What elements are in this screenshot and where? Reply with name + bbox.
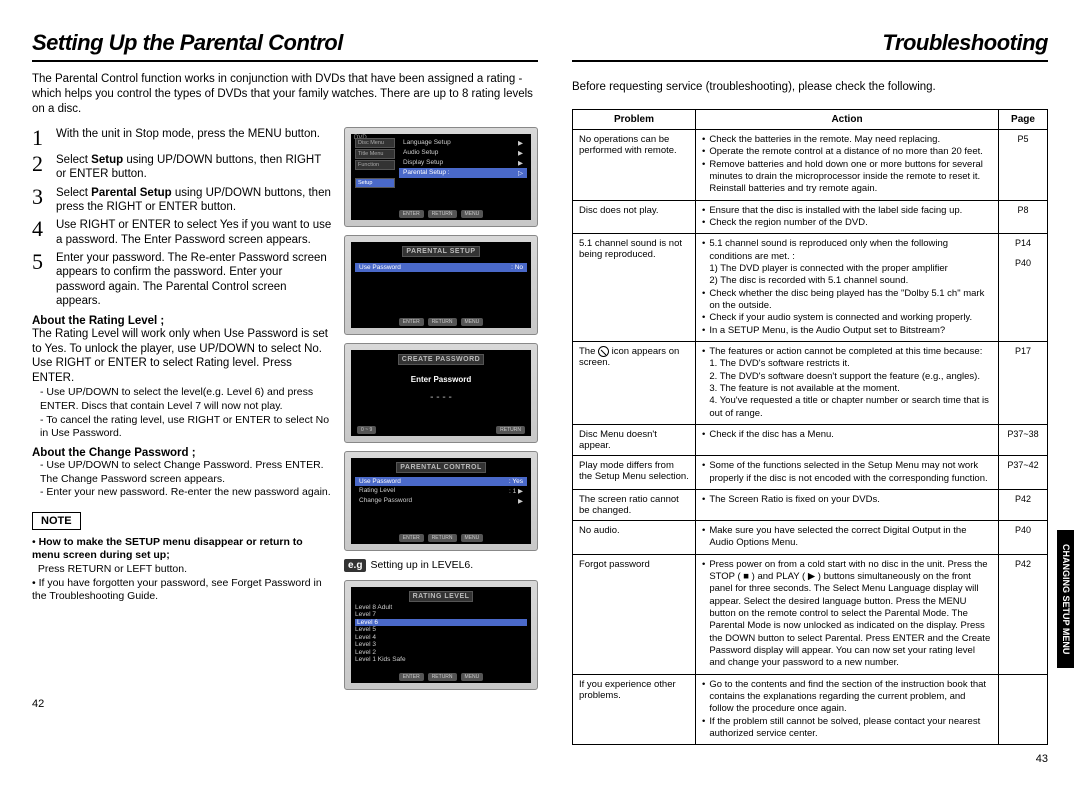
table-problem: Play mode differs from the Setup Menu se… xyxy=(573,456,696,490)
table-page: P42 xyxy=(999,554,1048,674)
screenshot-rating-level: RATING LEVEL Level 8 Adult Level 7 Level… xyxy=(344,580,538,690)
table-problem: No audio. xyxy=(573,520,696,554)
table-action: The Screen Ratio is fixed on your DVDs. xyxy=(696,489,999,520)
page-left: Setting Up the Parental Control The Pare… xyxy=(32,30,538,765)
table-action: Ensure that the disc is installed with t… xyxy=(696,200,999,234)
step-3: Select Parental Setup using UP/DOWN butt… xyxy=(56,186,332,215)
table-page: P5 xyxy=(999,129,1048,200)
step-5: Enter your password. The Re-enter Passwo… xyxy=(56,251,332,309)
table-action: The features or action cannot be complet… xyxy=(696,342,999,425)
troubleshooting-table: Problem Action Page No operations can be… xyxy=(572,109,1048,745)
table-page: P37~38 xyxy=(999,425,1048,456)
step-4: Use RIGHT or ENTER to select Yes if you … xyxy=(56,218,332,247)
table-action: Go to the contents and find the section … xyxy=(696,674,999,745)
table-page: P37~42 xyxy=(999,456,1048,490)
change-password-heading: About the Change Password ; xyxy=(32,447,332,459)
table-problem: 5.1 channel sound is not being reproduce… xyxy=(573,234,696,342)
table-page: P8 xyxy=(999,200,1048,234)
page-number-right: 43 xyxy=(572,753,1048,765)
table-problem: The icon appears on screen. xyxy=(573,342,696,425)
table-page: P17 xyxy=(999,342,1048,425)
page-right: Troubleshooting Before requesting servic… xyxy=(572,30,1048,765)
steps-column: 1With the unit in Stop mode, press the M… xyxy=(32,127,332,690)
table-problem: Disc does not play. xyxy=(573,200,696,234)
table-problem: No operations can be performed with remo… xyxy=(573,129,696,200)
side-tab: CHANGING SETUP MENU xyxy=(1057,530,1074,668)
step-2: Select Setup using UP/DOWN buttons, then… xyxy=(56,153,332,182)
note-box: NOTE xyxy=(32,512,81,530)
table-problem: The screen ratio cannot be changed. xyxy=(573,489,696,520)
prohibit-icon xyxy=(598,346,609,357)
table-page xyxy=(999,674,1048,745)
intro-left: The Parental Control function works in c… xyxy=(32,72,538,117)
screenshot-parental-control: PARENTAL CONTROL Use Password: Yes Ratin… xyxy=(344,451,538,551)
table-problem: Disc Menu doesn't appear. xyxy=(573,425,696,456)
table-problem: Forgot password xyxy=(573,554,696,674)
table-action: Some of the functions selected in the Se… xyxy=(696,456,999,490)
table-action: Make sure you have selected the correct … xyxy=(696,520,999,554)
rating-sublist: Use UP/DOWN to select the level(e.g. Lev… xyxy=(32,386,332,441)
rating-level-heading: About the Rating Level ; xyxy=(32,315,332,327)
page-number-left: 42 xyxy=(32,698,538,710)
table-action: Check if the disc has a Menu. xyxy=(696,425,999,456)
notes: How to make the SETUP menu disappear or … xyxy=(32,536,332,604)
step-1: With the unit in Stop mode, press the ME… xyxy=(56,127,320,149)
change-password-sublist: Use UP/DOWN to select Change Password. P… xyxy=(32,459,332,500)
screenshots-column: DVD Disc Menu Title Menu Function Setup … xyxy=(344,127,538,690)
screenshot-create-password: CREATE PASSWORD Enter Password - - - - 0… xyxy=(344,343,538,443)
table-action: Check the batteries in the remote. May n… xyxy=(696,129,999,200)
table-page: P14P40 xyxy=(999,234,1048,342)
rating-level-text: The Rating Level will work only when Use… xyxy=(32,327,332,387)
table-page: P42 xyxy=(999,489,1048,520)
page-title-left: Setting Up the Parental Control xyxy=(32,30,538,62)
table-problem: If you experience other problems. xyxy=(573,674,696,745)
screenshot-setup-menu: DVD Disc Menu Title Menu Function Setup … xyxy=(344,127,538,227)
table-page: P40 xyxy=(999,520,1048,554)
page-title-right: Troubleshooting xyxy=(572,30,1048,62)
table-action: 5.1 channel sound is reproduced only whe… xyxy=(696,234,999,342)
screenshot-parental-setup: PARENTAL SETUP Use Password: No ENTERRET… xyxy=(344,235,538,335)
intro-right: Before requesting service (troubleshooti… xyxy=(572,80,1048,95)
table-action: Press power on from a cold start with no… xyxy=(696,554,999,674)
